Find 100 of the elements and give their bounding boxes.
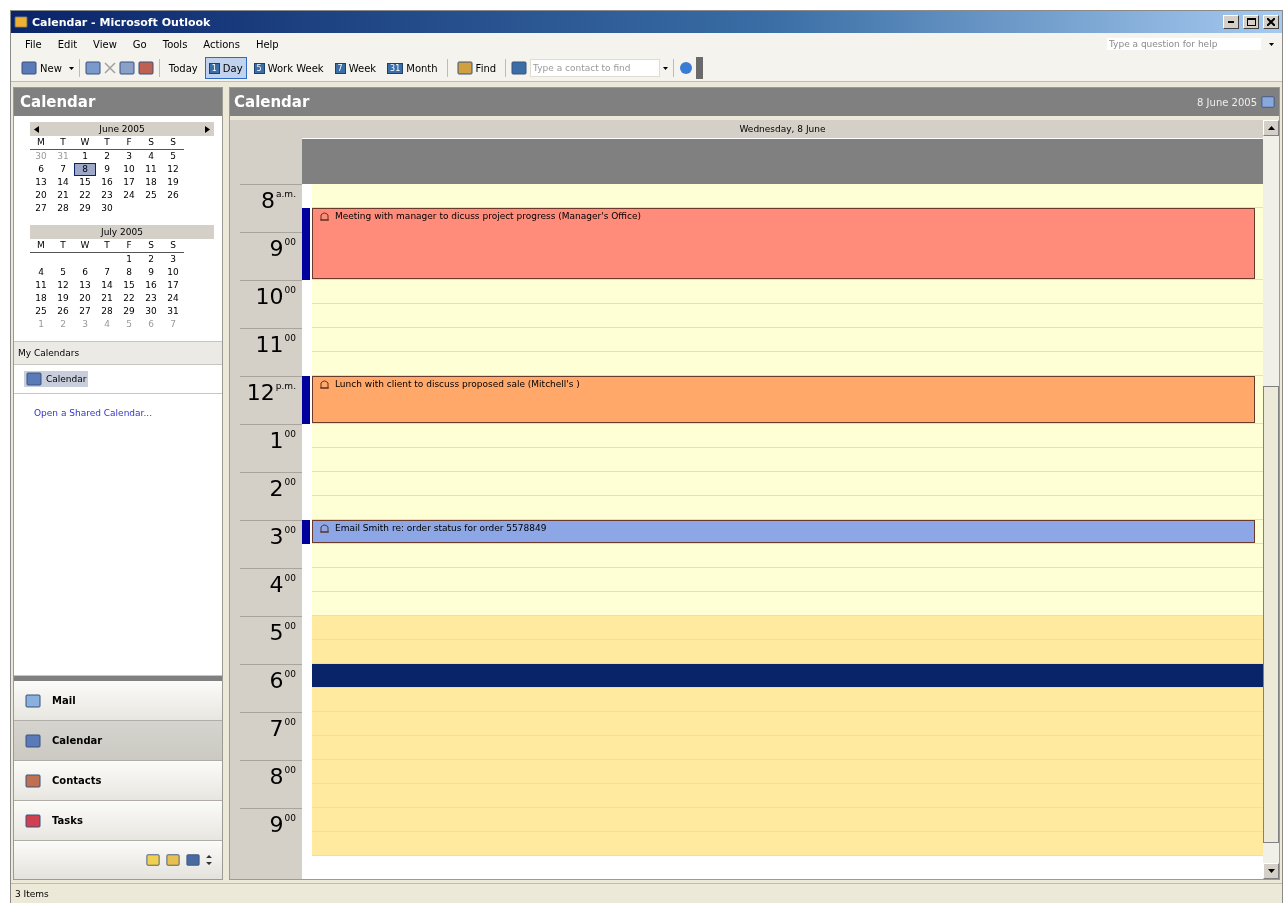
shared-calendar-link[interactable]: Open a Shared Calendar... xyxy=(34,408,222,418)
navigation-button[interactable]: Mail xyxy=(14,681,222,721)
calendar-day[interactable]: 5 xyxy=(162,150,184,163)
appointment[interactable]: Meeting with manager to dicuss project progress (Manager's Office) xyxy=(312,208,1255,279)
time-slot[interactable] xyxy=(312,592,1263,616)
time-slot[interactable] xyxy=(312,568,1263,592)
calendar-day[interactable]: 4 xyxy=(140,150,162,163)
calendar-day[interactable]: 13 xyxy=(74,279,96,292)
calendar-day[interactable]: 12 xyxy=(52,279,74,292)
time-slot[interactable] xyxy=(312,328,1263,352)
calendar-day[interactable]: 3 xyxy=(162,253,184,266)
close-button[interactable] xyxy=(1263,15,1279,29)
selected-time-slot[interactable] xyxy=(312,664,1263,688)
view-button[interactable]: 1 Day xyxy=(204,57,247,79)
previous-month-icon[interactable] xyxy=(34,125,39,133)
calendar-day[interactable]: 8 xyxy=(118,266,140,279)
dropdown-arrow-icon[interactable] xyxy=(68,66,74,70)
menu-item[interactable]: Actions xyxy=(197,36,246,52)
calendar-day[interactable]: 13 xyxy=(30,176,52,189)
today-button[interactable]: Today xyxy=(164,57,202,79)
calendar-day[interactable]: 26 xyxy=(52,305,74,318)
calendar-day[interactable]: 20 xyxy=(30,189,52,202)
delete-icon[interactable] xyxy=(103,62,116,74)
calendar-day[interactable]: 25 xyxy=(30,305,52,318)
calendar-day[interactable]: 24 xyxy=(162,292,184,305)
calendar-day[interactable]: 30 xyxy=(140,305,162,318)
splitter[interactable] xyxy=(14,675,222,681)
next-month-icon[interactable] xyxy=(205,125,210,133)
help-icon[interactable] xyxy=(679,61,694,75)
calendar-day[interactable]: 27 xyxy=(74,305,96,318)
appointment[interactable]: Email Smith re: order status for order 5578849 xyxy=(312,520,1255,543)
calendar-day[interactable]: 11 xyxy=(140,163,162,176)
time-slot[interactable] xyxy=(312,184,1263,208)
calendar-day[interactable]: 2 xyxy=(140,253,162,266)
menu-item[interactable]: Edit xyxy=(51,36,84,52)
calendar-day[interactable]: 10 xyxy=(162,266,184,279)
calendar-day[interactable]: 25 xyxy=(140,189,162,202)
navigation-button[interactable]: Contacts xyxy=(14,761,222,801)
calendar-day[interactable]: 21 xyxy=(52,189,74,202)
calendar-day[interactable]: 5 xyxy=(52,266,74,279)
view-button[interactable]: 5 Work Week xyxy=(249,57,328,79)
time-slot[interactable] xyxy=(312,280,1263,304)
menu-item[interactable]: Tools xyxy=(156,36,194,52)
calendar-day[interactable]: 23 xyxy=(96,189,118,202)
calendar-day[interactable]: 17 xyxy=(118,176,140,189)
calendar-day[interactable]: 7 xyxy=(96,266,118,279)
dropdown-arrow-icon[interactable] xyxy=(663,66,669,70)
calendar-day[interactable]: 17 xyxy=(162,279,184,292)
calendar-day[interactable]: 26 xyxy=(162,189,184,202)
contact-search-field[interactable]: Type a contact to find xyxy=(530,59,661,77)
calendar-day[interactable]: 9 xyxy=(140,266,162,279)
menu-item[interactable]: File xyxy=(19,36,48,52)
calendar-day[interactable]: 6 xyxy=(30,163,52,176)
calendar-day[interactable]: 29 xyxy=(118,305,140,318)
appointment[interactable]: Lunch with client to discuss proposed sale (Mitchell's ) xyxy=(312,376,1255,423)
calendar-day[interactable]: 12 xyxy=(162,163,184,176)
calendar-day[interactable]: 9 xyxy=(96,163,118,176)
configure-buttons-icon[interactable] xyxy=(206,854,212,866)
calendar-day[interactable]: 21 xyxy=(96,292,118,305)
time-slot[interactable] xyxy=(312,496,1263,520)
calendar-day[interactable]: 18 xyxy=(30,292,52,305)
calendar-day[interactable]: 14 xyxy=(52,176,74,189)
time-slot[interactable] xyxy=(312,472,1263,496)
calendar-day[interactable]: 1 xyxy=(118,253,140,266)
calendar-day[interactable]: 19 xyxy=(162,176,184,189)
calendar-day[interactable]: 4 xyxy=(30,266,52,279)
calendar-day[interactable]: 28 xyxy=(52,202,74,215)
minimize-button[interactable] xyxy=(1223,15,1239,29)
calendar-day[interactable]: 8 xyxy=(74,163,96,176)
calendar-day[interactable]: 18 xyxy=(140,176,162,189)
navigation-button[interactable]: Tasks xyxy=(14,801,222,841)
scroll-down-button[interactable] xyxy=(1263,863,1279,879)
find-button[interactable]: Find xyxy=(452,57,501,79)
new-button[interactable]: New xyxy=(17,57,66,79)
time-slot[interactable] xyxy=(312,352,1263,376)
calendar-day[interactable]: 6 xyxy=(74,266,96,279)
time-slot[interactable] xyxy=(312,424,1263,448)
calendar-day[interactable]: 11 xyxy=(30,279,52,292)
menu-item[interactable]: Help xyxy=(249,36,285,52)
calendar-day[interactable]: 28 xyxy=(96,305,118,318)
calendar-day[interactable]: 2 xyxy=(96,150,118,163)
menu-item[interactable]: View xyxy=(87,36,123,52)
scroll-up-button[interactable] xyxy=(1263,120,1279,136)
calendar-list-item[interactable]: Calendar xyxy=(24,371,89,387)
time-slot[interactable] xyxy=(312,544,1263,568)
help-search-field[interactable]: Type a question for help xyxy=(1107,38,1261,50)
scroll-thumb[interactable] xyxy=(1263,386,1279,843)
calendar-day[interactable]: 20 xyxy=(74,292,96,305)
navigation-button[interactable]: Calendar xyxy=(14,721,222,761)
calendar-day[interactable]: 19 xyxy=(52,292,74,305)
time-slot[interactable] xyxy=(312,304,1263,328)
calendar-day[interactable]: 24 xyxy=(118,189,140,202)
calendar-day[interactable]: 14 xyxy=(96,279,118,292)
calendar-day[interactable]: 16 xyxy=(140,279,162,292)
calendar-day[interactable]: 31 xyxy=(162,305,184,318)
calendar-day[interactable]: 1 xyxy=(74,150,96,163)
time-slot[interactable] xyxy=(312,448,1263,472)
dropdown-arrow-icon[interactable] xyxy=(1269,42,1274,46)
calendar-day[interactable]: 3 xyxy=(118,150,140,163)
calendar-day[interactable]: 22 xyxy=(118,292,140,305)
